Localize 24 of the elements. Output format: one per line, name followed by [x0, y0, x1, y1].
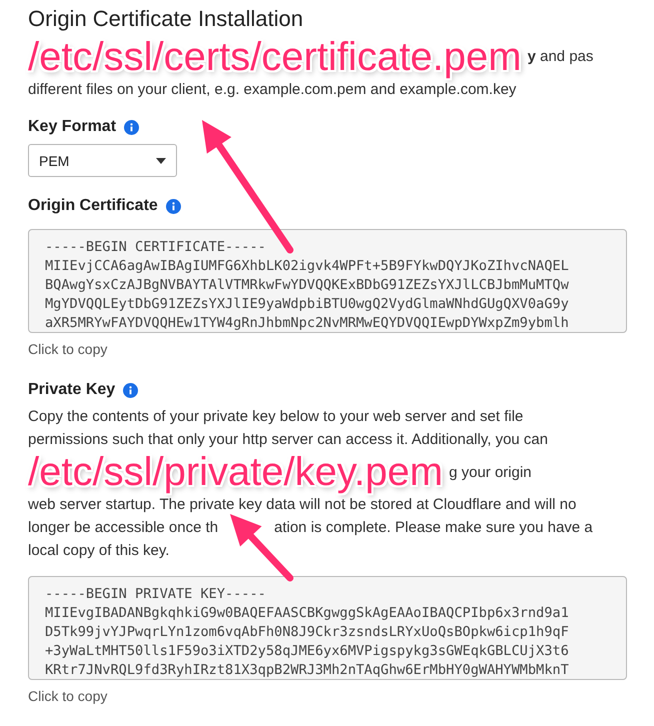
info-icon[interactable]	[123, 382, 138, 398]
field-label: Key Format	[28, 118, 116, 136]
text-fragment: longer be accessible once th	[28, 518, 218, 538]
paragraph-line: Copy the contents of your private key below to your web server and set file	[28, 407, 524, 427]
annotation-label: /etc/ssl/private/key.pem	[28, 451, 443, 493]
code-block[interactable]: -----BEGIN CERTIFICATE----- MIIEvjCCA6agAwIBAgIUMFG6XhbLK02igvk4WPFt+5B9FYkwDQYJKoZIhvcNAQEL BQAwgYsxCzAJBgNVBAYTAlVTMRkwFwYDVQQKExBDbG91ZEZsYXJlLCBJbmMuMTQw MgYDVQQLEytDbG91ZEZsYXJlIE9yaWdpbiBTU0wgQ2VydGlmaWNhdGUgQXV0aG9y aXR5MRYwFAYDVQQHEw1TYW4gRnJhbmNpc2NvMRMwEQYDVQQIEwpDYWxpZm9ybmlh	[28, 229, 627, 333]
key-format-dropdown[interactable]: PEM	[28, 144, 177, 177]
paragraph-line: permissions such that only your http server can access it. Additionally, you can	[28, 430, 548, 450]
caret-icon	[156, 158, 166, 164]
paragraph-line: local copy of this key.	[28, 541, 170, 561]
code-block[interactable]: -----BEGIN PRIVATE KEY----- MIIEvgIBADANBgkqhkiG9w0BAQEFAASCBKgwggSkAgEAAoIBAQCPIbp6x3rnd9a1 D5Tk99jvYJPwqrLYn1zom6vqAbFh0N8J9Ckr3zsndsLRYxUoQsBOpkw6icp1h9qF +3yWaLtMHT50lls1F59o3iXTD2y58qJME6yx6MVPigspykg3sGWEqkGBLCUjX3t6 KRtr7JNvRQL9fd3RyhIRzt81X3qpB2WRJ3Mh2nTAqGhw6ErMbHY0gWAHYWMbMknT	[28, 576, 627, 680]
section-title: Private Key	[28, 381, 116, 399]
paragraph-line: different files on your client, e.g. example.com.pem and example.com.key	[28, 80, 516, 100]
info-icon[interactable]	[166, 198, 181, 214]
copy-hint: Click to copy	[28, 341, 108, 357]
info-icon[interactable]	[124, 120, 140, 134]
copy-hint: Click to copy	[28, 688, 108, 704]
text-fragment: y and pas	[527, 47, 594, 67]
section-title: Origin Certificate	[28, 197, 158, 215]
page-title: Origin Certificate Installation	[28, 5, 304, 33]
text-fragment: g your origin	[448, 462, 532, 482]
text-fragment: ation is complete. Please make sure you have a	[274, 518, 593, 538]
annotation-label: /etc/ssl/certs/certificate.pem	[28, 36, 522, 78]
paragraph-line: web server startup. The private key data will not be stored at Cloudflare and will no	[28, 495, 576, 515]
